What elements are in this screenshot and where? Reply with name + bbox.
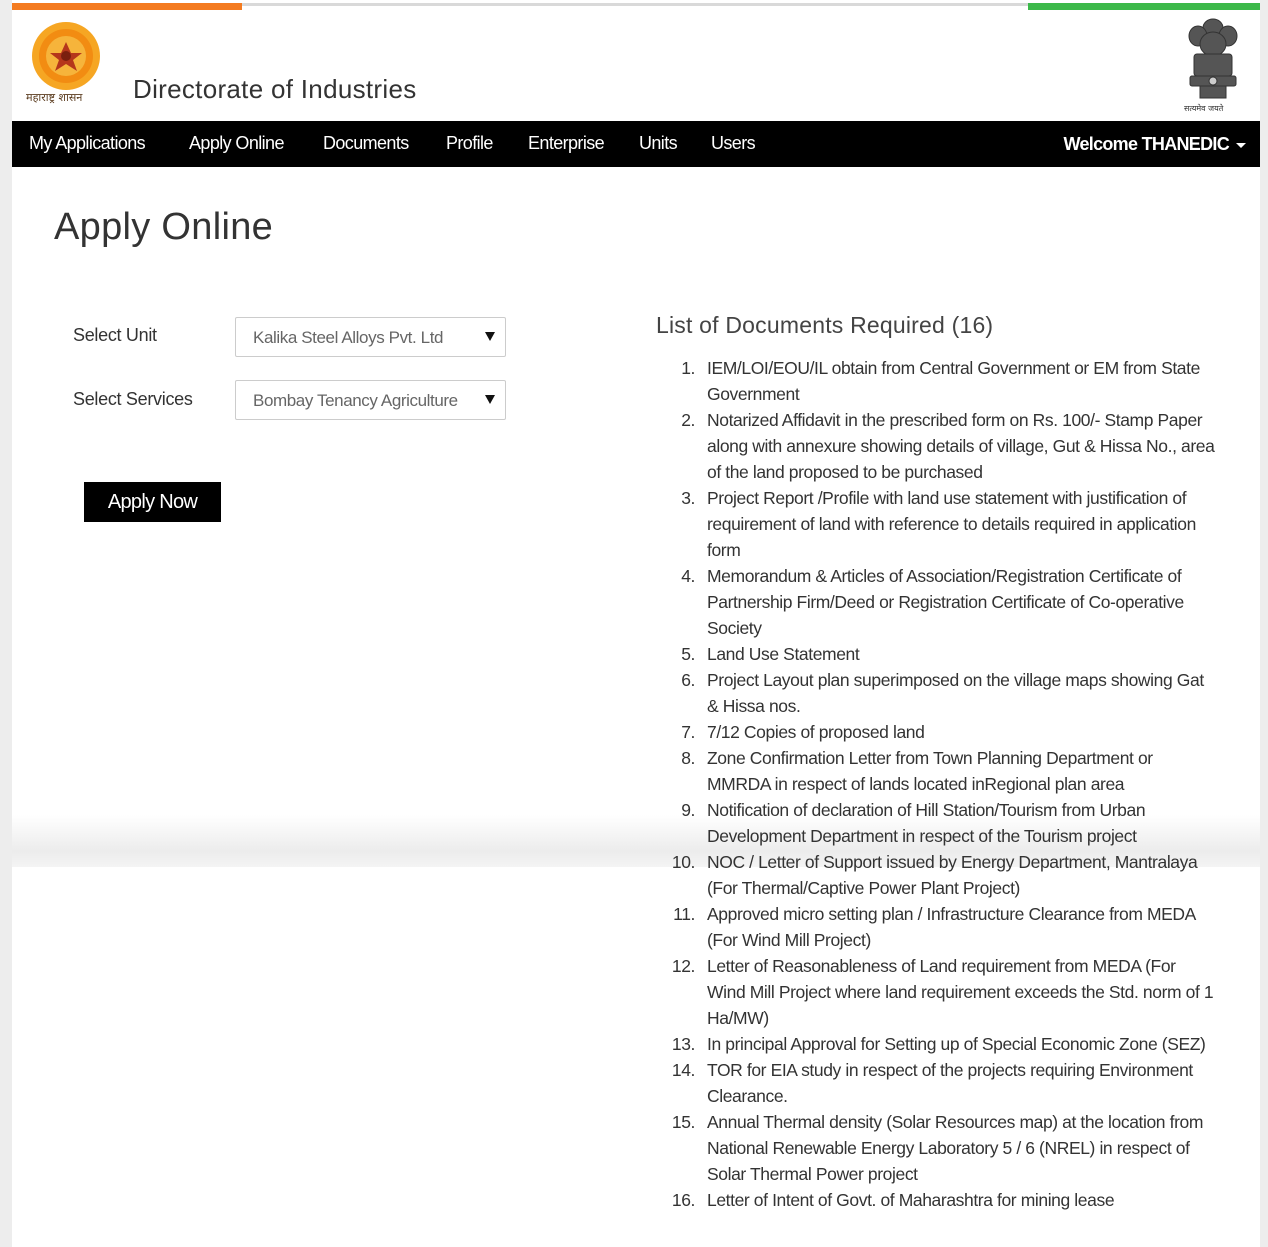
white-band <box>242 3 1028 6</box>
document-item: 6. Project Layout plan superimposed on th… <box>681 667 1217 719</box>
nav-units[interactable]: Units <box>639 121 678 167</box>
document-number: 1. <box>681 358 695 378</box>
document-item: 3. Project Report /Profile with land use … <box>681 485 1217 563</box>
main-navbar: My Applications Apply Online Documents P… <box>12 121 1260 167</box>
document-number: 11. <box>673 904 695 924</box>
nav-my-applications[interactable]: My Applications <box>29 121 146 167</box>
document-item: 11. Approved micro setting plan / Infrast… <box>673 901 1217 953</box>
document-text: Notarized Affidavit in the prescribed fo… <box>707 410 1215 482</box>
document-item: 10. NOC / Letter of Support issued by Ene… <box>672 849 1217 901</box>
documents-heading: List of Documents Required (16) <box>656 312 994 338</box>
maharashtra-seal-icon[interactable] <box>30 20 102 92</box>
document-number: 10. <box>671 852 696 872</box>
document-text: Land Use Statement <box>707 644 860 664</box>
national-emblem-icon <box>1188 18 1238 99</box>
nav-apply-online[interactable]: Apply Online <box>189 121 284 167</box>
emblem-caption: सत्यमेव जयते <box>1184 104 1224 113</box>
document-text: NOC / Letter of Support issued by Energy… <box>707 852 1198 898</box>
unit-select[interactable]: Kalika Steel Alloys Pvt. Ltd <box>235 317 506 357</box>
document-number: 14. <box>671 1060 696 1080</box>
document-number: 5. <box>681 644 695 664</box>
services-label: Select Services <box>73 389 193 409</box>
document-item: 13. In principal Approval for Setting up … <box>672 1031 1217 1057</box>
logo-caption: महाराष्ट्र शासन <box>26 91 83 104</box>
page-frame: महाराष्ट्र शासन Directorate of Industrie… <box>12 0 1260 1247</box>
document-text: Approved micro setting plan / Infrastruc… <box>707 904 1195 950</box>
document-number: 9. <box>681 800 695 820</box>
dropdown-arrow-icon <box>485 332 495 341</box>
documents-list: 1. IEM/LOI/EOU/IL obtain from Central Gov… <box>672 355 1217 1213</box>
dropdown-arrow-icon <box>485 395 495 404</box>
document-item: 9. Notification of declaration of Hill St… <box>681 797 1217 849</box>
tricolor-strip <box>12 3 1260 10</box>
document-item: 14. TOR for EIA study in respect of the p… <box>672 1057 1217 1109</box>
document-item: 2. Notarized Affidavit in the prescribed … <box>681 407 1217 485</box>
document-number: 7. <box>681 722 695 742</box>
document-item: 5. Land Use Statement <box>681 641 1217 667</box>
document-item: 15. Annual Thermal density (Solar Resourc… <box>672 1109 1217 1187</box>
page-title: Apply Online <box>54 206 274 248</box>
document-text: Letter of Reasonableness of Land require… <box>707 956 1214 1028</box>
site-title[interactable]: Directorate of Industries <box>133 74 417 105</box>
document-text: Letter of Intent of Govt. of Maharashtra… <box>707 1190 1115 1210</box>
user-menu[interactable]: Welcome THANEDIC <box>1063 121 1246 167</box>
document-number: 13. <box>671 1034 696 1054</box>
document-text: 7/12 Copies of proposed land <box>707 722 925 742</box>
document-number: 8. <box>681 748 695 768</box>
document-item: 1. IEM/LOI/EOU/IL obtain from Central Gov… <box>681 355 1217 407</box>
document-item: 16. Letter of Intent of Govt. of Maharash… <box>672 1187 1217 1213</box>
site-header: महाराष्ट्र शासन Directorate of Industrie… <box>12 10 1260 120</box>
services-select-value: Bombay Tenancy Agriculture <box>253 391 458 410</box>
document-text: TOR for EIA study in respect of the proj… <box>707 1060 1193 1106</box>
caret-down-icon <box>1236 142 1246 148</box>
green-band <box>1028 3 1260 10</box>
document-number: 12. <box>671 956 696 976</box>
document-number: 15. <box>671 1112 696 1132</box>
document-number: 4. <box>681 566 695 586</box>
document-number: 3. <box>681 488 695 508</box>
document-text: Zone Confirmation Letter from Town Plann… <box>707 748 1153 794</box>
nav-documents[interactable]: Documents <box>323 121 409 167</box>
saffron-band <box>12 3 242 10</box>
nav-profile[interactable]: Profile <box>446 121 493 167</box>
apply-now-button[interactable]: Apply Now <box>84 482 221 522</box>
document-text: Notification of declaration of Hill Stat… <box>707 800 1146 846</box>
document-number: 16. <box>671 1190 696 1210</box>
document-item: 7. 7/12 Copies of proposed land <box>681 719 1217 745</box>
nav-enterprise[interactable]: Enterprise <box>528 121 605 167</box>
document-item: 8. Zone Confirmation Letter from Town Pla… <box>681 745 1217 797</box>
nav-users[interactable]: Users <box>711 121 756 167</box>
welcome-text: Welcome THANEDIC <box>1063 134 1230 154</box>
document-text: Memorandum & Articles of Association/Reg… <box>707 566 1184 638</box>
document-text: IEM/LOI/EOU/IL obtain from Central Gover… <box>707 358 1200 404</box>
document-number: 6. <box>681 670 695 690</box>
services-select[interactable]: Bombay Tenancy Agriculture <box>235 380 506 420</box>
document-item: 12. Letter of Reasonableness of Land requ… <box>672 953 1217 1031</box>
unit-select-value: Kalika Steel Alloys Pvt. Ltd <box>253 328 444 347</box>
document-text: In principal Approval for Setting up of … <box>707 1034 1206 1054</box>
document-text: Project Report /Profile with land use st… <box>707 488 1196 560</box>
document-item: 4. Memorandum & Articles of Association/R… <box>681 563 1217 641</box>
unit-label: Select Unit <box>73 325 157 345</box>
document-text: Project Layout plan superimposed on the … <box>707 670 1204 716</box>
document-text: Annual Thermal density (Solar Resources … <box>707 1112 1204 1184</box>
document-number: 2. <box>681 410 695 430</box>
